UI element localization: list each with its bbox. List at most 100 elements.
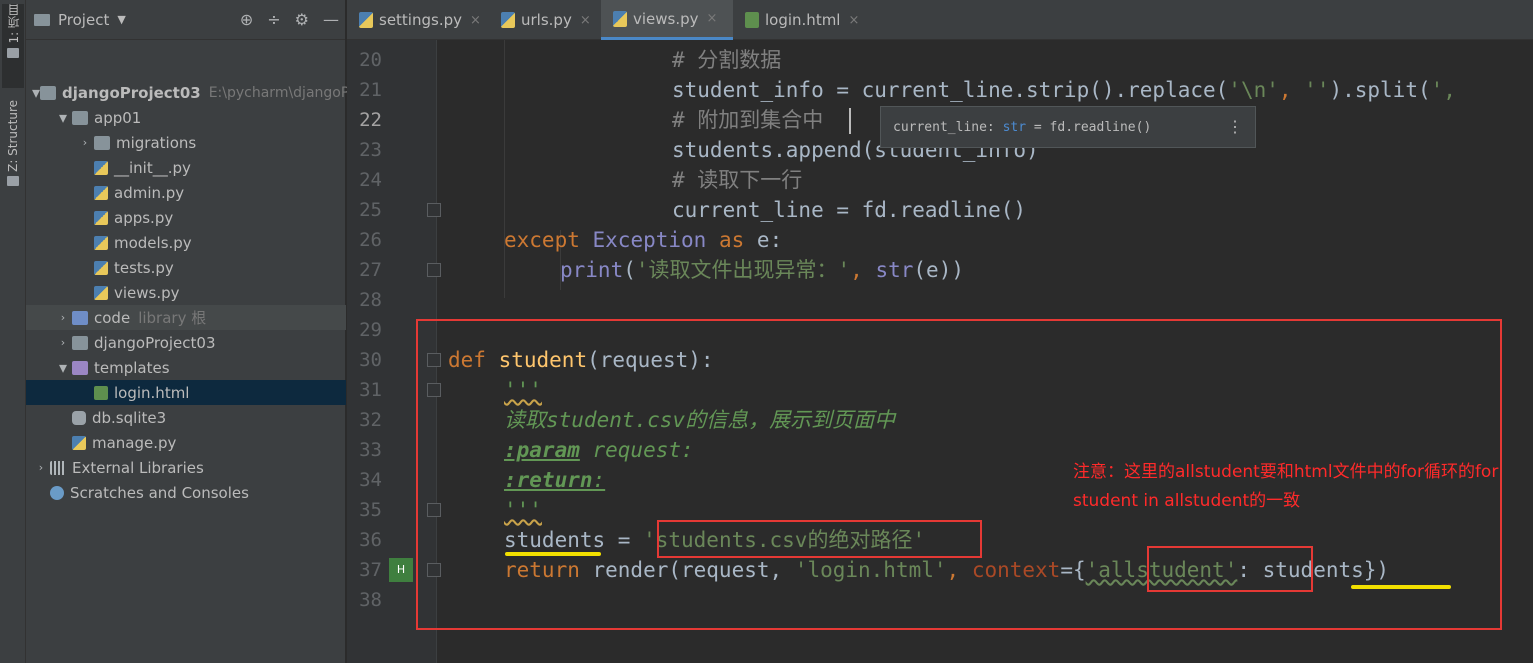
html-file-icon xyxy=(94,385,108,400)
tree-item[interactable]: ▾ djangoProject03 E:\pycharm\djangoProject… xyxy=(26,80,407,105)
code-text: ).split( xyxy=(1329,78,1431,102)
project-tool-tab[interactable]: 1: 项目 xyxy=(2,4,24,88)
annotation-note: 注意：这里的allstudent要和html文件中的for循环的for stud… xyxy=(1073,462,1499,511)
code-string: '读取文件出现异常：' xyxy=(635,258,851,282)
locate-icon[interactable]: ⊕ xyxy=(240,10,253,29)
chevron-down-icon[interactable]: ▼ xyxy=(117,13,125,26)
editor-tab[interactable]: settings.py × xyxy=(347,0,489,40)
tree-item[interactable]: tests.py xyxy=(26,255,346,280)
line-number: 34 xyxy=(359,469,382,491)
fold-marker-icon[interactable] xyxy=(427,203,441,217)
tree-item[interactable]: __init__.py xyxy=(26,155,346,180)
gear-icon[interactable]: ⚙ xyxy=(295,10,309,29)
code-line-22: # 附加到集合中 xyxy=(672,105,823,135)
code-comment: # 分割数据 xyxy=(672,48,782,72)
line-number: 27 xyxy=(359,259,382,281)
tree-item[interactable]: views.py xyxy=(26,280,346,305)
project-view-selector[interactable]: Project xyxy=(58,11,109,29)
code-line-26: except Exception as e: xyxy=(504,225,782,255)
tree-item-label: admin.py xyxy=(114,183,185,202)
tree-item-label: db.sqlite3 xyxy=(92,408,167,427)
hint-value: = fd.readline() xyxy=(1033,119,1152,135)
folder-icon xyxy=(40,85,57,100)
tree-item[interactable]: › migrations xyxy=(26,130,346,155)
chevron-right-icon[interactable]: › xyxy=(54,336,72,349)
folder-icon xyxy=(7,47,19,58)
tree-item-label: manage.py xyxy=(92,433,177,452)
inline-value-hint: current_line: str = fd.readline() ⋮ xyxy=(880,106,1256,148)
tree-item[interactable]: › External Libraries xyxy=(26,455,346,480)
code-string: '' xyxy=(1304,78,1330,102)
tree-item[interactable]: login.html xyxy=(26,380,346,405)
code-editor[interactable]: 20 21 22 23 24 25 26 27 28 29 30 31 32 33 34 35 36 37 38 H … xyxy=(347,40,1533,663)
tree-item-label: migrations xyxy=(116,133,197,152)
code-keyword: as xyxy=(718,228,745,252)
hide-icon[interactable]: — xyxy=(323,10,339,29)
tree-item-label: code xyxy=(94,308,131,327)
library-icon xyxy=(50,460,66,475)
project-tool-tab-label: 1: 项目 xyxy=(6,4,21,44)
tree-item[interactable]: › djangoProject03 xyxy=(26,330,346,355)
fold-marker-icon[interactable] xyxy=(427,263,441,277)
tree-item[interactable]: › code library 根 xyxy=(26,305,346,330)
tree-item[interactable]: admin.py xyxy=(26,180,346,205)
close-icon[interactable]: × xyxy=(470,13,481,28)
line-number: 33 xyxy=(359,439,382,461)
tree-item[interactable]: ▾ templates xyxy=(26,355,346,380)
tree-item[interactable]: db.sqlite3 xyxy=(26,405,346,430)
code-text: e: xyxy=(756,228,783,252)
line-number: 21 xyxy=(359,79,382,101)
tree-item-label: __init__.py xyxy=(114,158,191,177)
folder-icon xyxy=(72,110,88,125)
tree-item[interactable]: apps.py xyxy=(26,205,346,230)
tree-item-label: apps.py xyxy=(114,208,174,227)
editor-tab-label: views.py xyxy=(633,9,699,28)
tree-item-label: app01 xyxy=(94,108,142,127)
code-string: ', xyxy=(1430,78,1456,102)
structure-tool-tab-label: Z: Structure xyxy=(6,100,20,172)
html-file-icon xyxy=(745,12,759,28)
chevron-right-icon[interactable]: › xyxy=(32,461,50,474)
project-panel-header: Project ▼ ⊕ ÷ ⚙ — xyxy=(26,0,345,40)
editor-tab[interactable]: login.html × xyxy=(733,0,861,40)
chevron-right-icon[interactable]: › xyxy=(54,311,72,324)
scratch-icon xyxy=(50,485,64,500)
chevron-down-icon[interactable]: ▾ xyxy=(54,358,72,377)
collapse-all-icon[interactable]: ÷ xyxy=(267,10,280,29)
code-line-24: # 读取下一行 xyxy=(672,165,802,195)
tree-item-label: models.py xyxy=(114,233,192,252)
line-number: 20 xyxy=(359,49,382,71)
text-caret xyxy=(849,108,851,134)
line-number: 26 xyxy=(359,229,382,251)
html-template-gutter-icon[interactable]: H xyxy=(389,558,413,582)
tree-item[interactable]: manage.py xyxy=(26,430,346,455)
editor-tab[interactable]: urls.py × xyxy=(489,0,601,40)
annotation-box-allstudent xyxy=(1147,546,1313,592)
close-icon[interactable]: × xyxy=(707,11,718,26)
editor-tab-label: login.html xyxy=(765,11,841,29)
python-file-icon xyxy=(359,12,373,28)
code-comment: # 附加到集合中 xyxy=(672,108,824,132)
line-number: 25 xyxy=(359,199,382,221)
line-number: 30 xyxy=(359,349,382,371)
chevron-down-icon[interactable]: ▾ xyxy=(32,83,40,102)
chevron-right-icon[interactable]: › xyxy=(76,136,94,149)
line-number: 38 xyxy=(359,589,382,611)
structure-tool-tab[interactable]: Z: Structure xyxy=(2,100,24,200)
line-number: 32 xyxy=(359,409,382,431)
python-file-icon xyxy=(72,435,86,450)
chevron-down-icon[interactable]: ▾ xyxy=(54,108,72,127)
tree-item[interactable]: ▾ app01 xyxy=(26,105,346,130)
hint-name: current_line: xyxy=(893,119,995,135)
more-options-icon[interactable]: ⋮ xyxy=(1227,117,1243,136)
line-number: 29 xyxy=(359,319,382,341)
python-file-icon xyxy=(94,260,108,275)
editor-tab[interactable]: views.py × xyxy=(601,0,733,40)
tree-item[interactable]: Scratches and Consoles xyxy=(26,480,346,505)
close-icon[interactable]: × xyxy=(848,13,859,28)
tree-item-label: External Libraries xyxy=(72,458,204,477)
tree-item[interactable]: models.py xyxy=(26,230,346,255)
folder-icon xyxy=(72,360,88,375)
close-icon[interactable]: × xyxy=(580,13,591,28)
python-file-icon xyxy=(94,235,108,250)
